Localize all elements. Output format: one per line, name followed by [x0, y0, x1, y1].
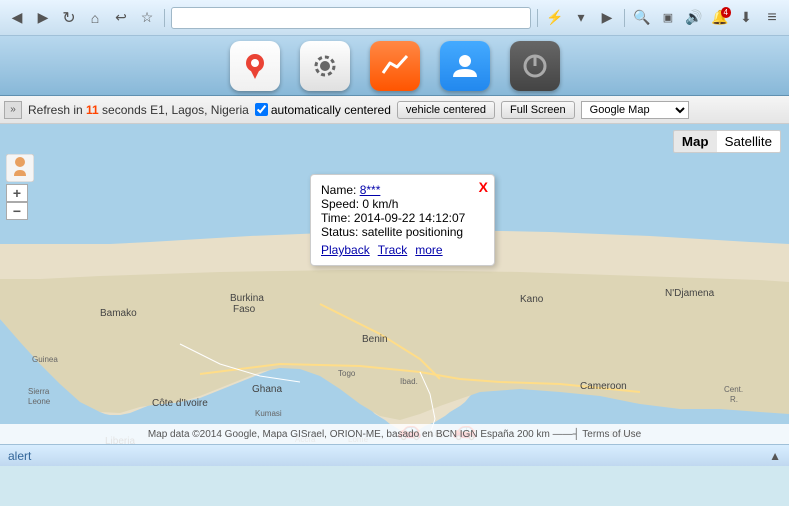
popup-name-link[interactable]: 8*** — [360, 183, 381, 197]
refresh-label: Refresh in 11 seconds E1, Lagos, Nigeria — [28, 103, 249, 117]
auto-centered-checkbox-label[interactable]: automatically centered — [255, 103, 391, 117]
popup-links: Playback Track more — [321, 243, 484, 257]
full-screen-button[interactable]: Full Screen — [501, 101, 575, 119]
app-icon-settings[interactable] — [300, 41, 350, 91]
zoom-out-button[interactable]: − — [6, 202, 28, 220]
svg-text:Ghana: Ghana — [252, 384, 282, 395]
map-button[interactable]: Map — [674, 131, 717, 152]
vehicle-popup: X Name: 8*** Speed: 0 km/h Time: 2014-09… — [310, 174, 495, 266]
forward-button[interactable]: ▶ — [32, 7, 54, 29]
back-button[interactable]: ◀ — [6, 7, 28, 29]
svg-text:Cent.: Cent. — [724, 385, 743, 394]
popup-speed-row: Speed: 0 km/h — [321, 197, 484, 211]
auto-centered-label: automatically centered — [271, 103, 391, 117]
bookmark-button[interactable]: ☆ — [136, 7, 158, 29]
download-button[interactable]: ⬇ — [735, 7, 757, 29]
map-type-control: Map Satellite — [673, 130, 781, 153]
popup-time-row: Time: 2014-09-22 14:12:07 — [321, 211, 484, 225]
svg-text:Togo: Togo — [338, 369, 356, 378]
refresh-seconds: 11 — [86, 103, 99, 117]
svg-text:Benin: Benin — [362, 334, 388, 345]
app-icon-maps[interactable] — [230, 41, 280, 91]
svg-text:R.: R. — [730, 395, 738, 404]
svg-text:Guinea: Guinea — [32, 355, 58, 364]
popup-name-row: Name: 8*** — [321, 183, 484, 197]
svg-text:Burkina: Burkina — [230, 293, 264, 304]
dropdown-button[interactable]: ▾ — [570, 7, 592, 29]
svg-text:Faso: Faso — [233, 304, 256, 315]
vehicle-centered-button[interactable]: vehicle centered — [397, 101, 495, 119]
alert-label: alert — [8, 449, 31, 463]
map-toolbar: » Refresh in 11 seconds E1, Lagos, Niger… — [0, 96, 789, 124]
svg-text:Leone: Leone — [28, 397, 51, 406]
toolbar-toggle[interactable]: » — [4, 101, 22, 119]
svg-text:Sierra: Sierra — [28, 387, 50, 396]
forward2-button[interactable]: ▶ — [596, 7, 618, 29]
zoom-in-button[interactable]: + — [6, 184, 28, 202]
map-type-select[interactable]: Google Map Google Satellite OpenStreetMa… — [581, 101, 689, 119]
popup-playback-link[interactable]: Playback — [321, 243, 370, 257]
svg-text:Côte d'Ivoire: Côte d'Ivoire — [152, 398, 208, 409]
popup-status-row: Status: satellite positioning — [321, 225, 484, 239]
map-container: Bamako Burkina Faso Kano N'Djamena Guine… — [0, 124, 789, 444]
svg-text:Kano: Kano — [520, 294, 544, 305]
location-label: E1, Lagos, Nigeria — [150, 103, 249, 117]
separator — [164, 9, 165, 27]
app-icon-tracking[interactable] — [370, 41, 420, 91]
svg-text:Cameroon: Cameroon — [580, 381, 627, 392]
app-toolbar — [0, 36, 789, 96]
zoom-control: + − — [6, 184, 28, 220]
svg-text:N'Djamena: N'Djamena — [665, 288, 715, 299]
map-svg: Bamako Burkina Faso Kano N'Djamena Guine… — [0, 124, 789, 444]
alert-ext-button[interactable]: 4🔔 — [709, 7, 731, 29]
home-button[interactable]: ⌂ — [84, 7, 106, 29]
alert-expand-button[interactable]: ▲ — [769, 449, 781, 463]
svg-text:Bamako: Bamako — [100, 308, 137, 319]
zoom-button[interactable]: 🔍 — [631, 7, 653, 29]
popup-close-button[interactable]: X — [479, 179, 488, 195]
back-history-button[interactable]: ↩ — [110, 7, 132, 29]
address-bar[interactable] — [171, 7, 531, 29]
app-icon-user[interactable] — [440, 41, 490, 91]
browser-toolbar: ◀ ▶ ↻ ⌂ ↩ ☆ ⚡ ▾ ▶ 🔍 ▣ 🔊 4🔔 ⬇ ≡ — [0, 0, 789, 36]
street-view-control[interactable] — [6, 154, 34, 182]
map-attribution: Map data ©2014 Google, Mapa GISrael, ORI… — [148, 429, 641, 440]
app-icon-power[interactable] — [510, 41, 560, 91]
popup-more-link[interactable]: more — [415, 243, 442, 257]
alert-bar: alert ▲ — [0, 444, 789, 466]
speaker-button[interactable]: 🔊 — [683, 7, 705, 29]
refresh-button[interactable]: ↻ — [58, 7, 80, 29]
fullscreen-ext-button[interactable]: ▣ — [657, 7, 679, 29]
svg-text:Kumasi: Kumasi — [255, 409, 282, 418]
satellite-button[interactable]: Satellite — [717, 131, 780, 152]
svg-text:Ibad.: Ibad. — [400, 377, 418, 386]
auto-centered-checkbox[interactable] — [255, 103, 268, 116]
map-footer: Map data ©2014 Google, Mapa GISrael, ORI… — [0, 424, 789, 444]
menu-button[interactable]: ≡ — [761, 7, 783, 29]
popup-track-link[interactable]: Track — [378, 243, 408, 257]
separator2 — [537, 9, 538, 27]
lightning-button[interactable]: ⚡ — [544, 7, 566, 29]
separator3 — [624, 9, 625, 27]
